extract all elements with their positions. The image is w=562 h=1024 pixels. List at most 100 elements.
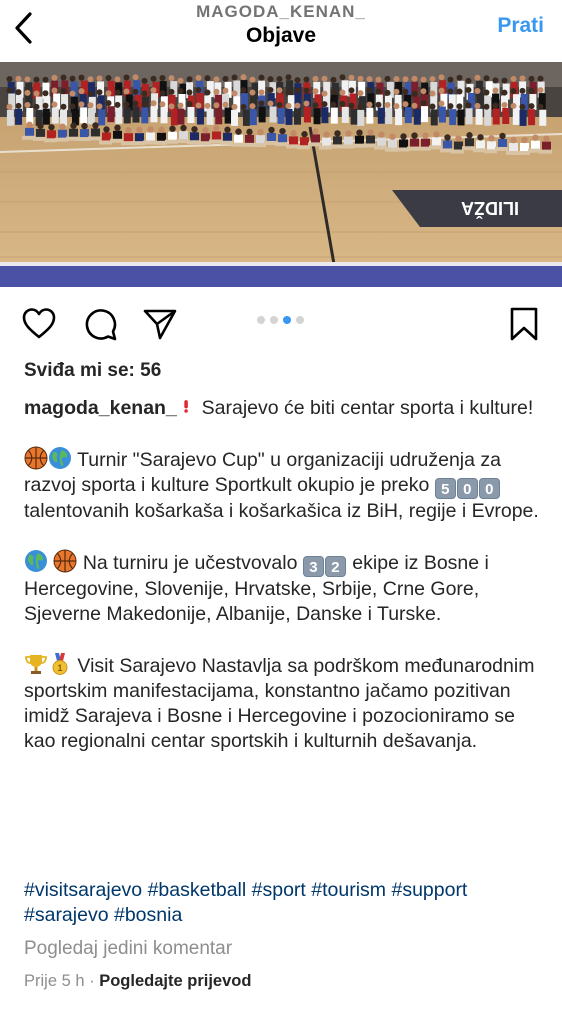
crowd-person xyxy=(160,107,168,124)
crowd-head xyxy=(348,74,355,81)
view-comments-link[interactable]: Pogledaj jedini komentar xyxy=(24,938,232,960)
crowd-head xyxy=(466,132,473,139)
crowd-person xyxy=(269,106,277,123)
crowd-head xyxy=(267,87,274,94)
crowd-person xyxy=(303,106,311,123)
crowd-head xyxy=(177,102,184,109)
crowd-person xyxy=(366,107,374,124)
crowd-head xyxy=(537,87,544,94)
crowd-head xyxy=(285,89,292,96)
crowd-head xyxy=(15,89,22,96)
crowd-head xyxy=(87,102,94,109)
crowd-head xyxy=(222,75,229,82)
crowd-person xyxy=(249,109,257,126)
like-button[interactable] xyxy=(21,306,57,342)
crowd-head xyxy=(59,123,66,130)
hashtag-link[interactable]: #visitsarajevo xyxy=(24,879,142,901)
crowd-head xyxy=(51,74,58,81)
keycap-digit: 5 xyxy=(434,478,456,499)
hashtag-link[interactable]: #sport xyxy=(252,879,306,901)
crowd-head xyxy=(24,102,31,109)
crowd-person xyxy=(413,108,421,125)
crowd-head xyxy=(267,100,274,107)
follow-button[interactable]: Prati xyxy=(497,14,544,38)
hashtag-link[interactable]: #support xyxy=(391,879,467,901)
crowd-head xyxy=(384,89,391,96)
crowd-head xyxy=(195,74,202,81)
crowd-head xyxy=(276,75,283,82)
crowd-person xyxy=(492,108,500,125)
court-logo-text: ILIDŽA xyxy=(461,198,519,219)
hashtag-link[interactable]: #basketball xyxy=(148,879,247,901)
crowd-head xyxy=(465,77,472,84)
likes-count[interactable]: Sviđa mi se: 56 xyxy=(24,360,161,382)
crowd-head xyxy=(150,87,157,94)
crowd-head xyxy=(51,87,58,94)
crowd-head xyxy=(15,102,22,109)
crowd-head xyxy=(257,128,264,136)
crowd-head xyxy=(312,128,319,135)
crowd-head xyxy=(510,102,517,109)
crowd-head xyxy=(532,134,539,141)
basketball-emoji-icon xyxy=(24,446,48,470)
crowd-head xyxy=(312,75,319,82)
caption-text: Visit Sarajevo Nastavlja sa podrškom međ… xyxy=(24,655,535,752)
crowd-head xyxy=(357,103,364,110)
save-button[interactable] xyxy=(506,306,542,342)
caption-username[interactable]: magoda_kenan_ xyxy=(24,397,177,419)
crowd-head xyxy=(147,126,154,133)
crowd-head xyxy=(123,101,130,108)
post-photo[interactable]: ILIDŽA xyxy=(0,62,562,287)
crowd-head xyxy=(202,127,209,134)
crowd-head xyxy=(501,77,508,84)
hashtag-link[interactable]: #tourism xyxy=(311,879,386,901)
crowd-head xyxy=(141,90,148,97)
crowd-person xyxy=(357,109,365,126)
crowd-person xyxy=(438,106,446,123)
crowd-head xyxy=(348,102,355,109)
crowd-head xyxy=(169,125,176,132)
crowd-head xyxy=(474,74,481,81)
crowd-head xyxy=(429,90,436,97)
crowd-head xyxy=(528,75,535,82)
keycap-digit: 0 xyxy=(456,478,478,499)
crowd-head xyxy=(136,126,143,134)
carousel-dot xyxy=(257,316,265,324)
crowd-head xyxy=(384,75,391,82)
crowd-head xyxy=(224,126,231,133)
caption-text: talentovanih košarkaša i košarkašica iz … xyxy=(24,500,539,522)
crowd-person xyxy=(242,109,250,126)
crowd-head xyxy=(433,131,440,138)
crowd-head xyxy=(375,101,382,108)
crowd-head xyxy=(60,74,67,81)
page-title: Objave xyxy=(245,24,317,47)
crowd-head xyxy=(132,100,139,107)
crowd-head xyxy=(384,102,391,109)
caption-text: Turnir "Sarajevo Cup" u organizaciji udr… xyxy=(24,449,501,496)
crowd-head xyxy=(492,87,499,94)
crowd-person xyxy=(115,107,123,124)
globe-emoji-icon xyxy=(49,447,71,469)
crowd-head xyxy=(150,100,157,107)
crowd-person xyxy=(196,108,204,125)
crowd-head xyxy=(366,87,373,94)
crowd-head xyxy=(177,77,184,84)
hashtag-link[interactable]: #sarajevo xyxy=(24,904,109,926)
post-meta: Prije 5 h · Pogledajte prijevod xyxy=(24,972,251,991)
share-button[interactable] xyxy=(142,306,178,342)
crowd-person xyxy=(132,106,140,123)
comment-button[interactable] xyxy=(82,306,118,342)
crowd-head xyxy=(366,101,373,108)
crowd-head xyxy=(402,76,409,83)
hashtag-link[interactable]: #bosnia xyxy=(114,904,182,926)
crowd-person xyxy=(457,109,465,126)
crowd-head xyxy=(378,131,385,138)
crowd-head xyxy=(24,76,31,83)
crowd-head xyxy=(246,128,253,136)
crowd-head xyxy=(455,135,462,142)
top-bar: MAGODA_KENAN_ Objave Prati xyxy=(0,0,562,60)
see-translation-link[interactable]: Pogledajte prijevod xyxy=(99,972,251,990)
crowd-head xyxy=(258,89,265,96)
crowd-legs xyxy=(495,146,508,151)
crowd-person xyxy=(177,108,185,125)
